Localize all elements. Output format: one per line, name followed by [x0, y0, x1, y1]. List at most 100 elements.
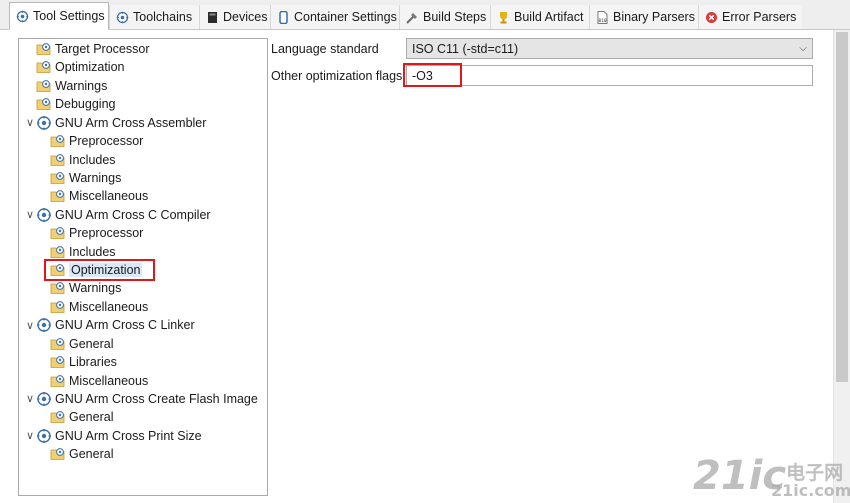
tab-tool-settings[interactable]: Tool Settings: [9, 2, 109, 30]
tab-build-artifact[interactable]: Build Artifact: [490, 5, 589, 29]
tree-item[interactable]: Miscellaneous: [50, 298, 148, 316]
tree-item[interactable]: General: [50, 408, 113, 426]
tab-bar: Tool Settings Toolchains Devices Contain…: [0, 0, 850, 30]
tree-item[interactable]: Warnings: [24, 77, 107, 95]
tree-item[interactable]: Warnings: [50, 169, 121, 187]
settings-panel: Language standard ISO C11 (-std=c11) ⌵ O…: [268, 30, 833, 500]
settings-folder-icon: [50, 225, 66, 241]
gear-tool-icon: [116, 11, 129, 24]
settings-folder-icon: [36, 41, 52, 57]
tab-label: Build Artifact: [514, 10, 584, 24]
tab-label: Toolchains: [133, 10, 193, 24]
chevron-down-icon[interactable]: ∨: [24, 208, 36, 221]
settings-folder-icon: [50, 354, 66, 370]
settings-folder-icon: [50, 373, 66, 389]
chevron-down-icon[interactable]: ∨: [24, 319, 36, 332]
gear-tool-icon: [36, 207, 52, 223]
tab-label: Binary Parsers: [613, 10, 695, 24]
gear-tool-icon: [36, 115, 52, 131]
gear-tool-icon: [36, 428, 52, 444]
chevron-down-icon[interactable]: ⌵: [794, 43, 812, 54]
settings-folder-icon: [50, 409, 66, 425]
tab-label: Build Steps: [423, 10, 487, 24]
settings-folder-icon: [36, 59, 52, 75]
settings-folder-icon: [50, 244, 66, 260]
settings-folder-icon: [50, 446, 66, 462]
tree-group-item[interactable]: ∨ GNU Arm Cross C Compiler: [24, 206, 211, 224]
tree-group-item[interactable]: ∨ GNU Arm Cross Create Flash Image: [24, 390, 258, 408]
settings-folder-icon: [50, 336, 66, 352]
tree-item-label: General: [69, 336, 114, 351]
tree-item[interactable]: Includes: [50, 243, 116, 261]
tree-item-label: Target Processor: [55, 42, 150, 56]
tree-item[interactable]: Preprocessor: [50, 132, 143, 150]
tree-item-label: Debugging: [55, 97, 116, 112]
tab-label: Devices: [223, 10, 268, 24]
tree-item[interactable]: Miscellaneous: [50, 372, 148, 390]
tree-item[interactable]: Target Processor: [24, 40, 149, 58]
other-optimization-flags-input[interactable]: -O3: [406, 65, 813, 86]
tree-item[interactable]: Optimization: [24, 58, 124, 76]
gear-tool-icon: [16, 10, 29, 23]
tab-build-steps[interactable]: Build Steps: [399, 5, 490, 29]
settings-folder-icon: [50, 299, 66, 315]
settings-folder-icon: [36, 96, 52, 112]
tab-toolchains[interactable]: Toolchains: [109, 5, 199, 29]
binary-icon: 010: [596, 10, 609, 24]
tree-item-label: General: [69, 447, 114, 462]
highlight-box: [403, 63, 462, 87]
tree-item[interactable]: Libraries: [50, 353, 117, 371]
settings-folder-icon: [50, 280, 66, 296]
tree-item[interactable]: Preprocessor: [50, 224, 143, 242]
tab-label: Tool Settings: [33, 9, 105, 23]
tree-item-label: General: [69, 410, 114, 425]
tree-item-label: Preprocessor: [69, 226, 144, 241]
gear-tool-icon: [36, 391, 52, 407]
tree-item-label: Miscellaneous: [69, 299, 149, 314]
chevron-down-icon[interactable]: ∨: [24, 392, 36, 405]
chevron-down-icon[interactable]: ∨: [24, 429, 36, 442]
tree-item-label: Miscellaneous: [69, 373, 149, 388]
tree-item[interactable]: General: [50, 445, 113, 463]
watermark-sub: 21ic.com: [771, 481, 850, 500]
tree-item[interactable]: Includes: [50, 151, 116, 169]
settings-tree[interactable]: Target Processor Optimization Warnings Debu…: [18, 38, 268, 496]
trophy-icon: [497, 11, 510, 24]
scrollbar-thumb[interactable]: [836, 32, 848, 382]
language-standard-label: Language standard: [271, 42, 379, 56]
settings-folder-icon: [50, 188, 66, 204]
tree-item-label: Optimization: [55, 60, 125, 75]
tree-item-label: GNU Arm Cross Print Size: [55, 428, 202, 443]
settings-folder-icon: [36, 78, 52, 94]
vertical-scrollbar[interactable]: [833, 30, 850, 503]
tab-label: Container Settings: [294, 10, 397, 24]
tab-devices[interactable]: Devices: [199, 5, 270, 29]
tree-item-label: Libraries: [69, 355, 117, 370]
tree-item-label: Warnings: [69, 170, 122, 185]
error-icon: [705, 11, 718, 24]
tab-binary-parsers[interactable]: 010 Binary Parsers: [589, 5, 698, 29]
tree-item[interactable]: Miscellaneous: [50, 187, 148, 205]
tree-item-label: GNU Arm Cross Assembler: [55, 115, 207, 130]
gear-tool-icon: [36, 317, 52, 333]
tree-item-label: Warnings: [69, 281, 122, 296]
tree-item[interactable]: General: [50, 335, 113, 353]
chevron-down-icon[interactable]: ∨: [24, 116, 36, 129]
tree-item[interactable]: Warnings: [50, 279, 121, 297]
tab-container-settings[interactable]: Container Settings: [270, 5, 399, 29]
other-optimization-flags-label: Other optimization flags: [271, 69, 403, 83]
device-chip-icon: [206, 11, 219, 24]
tree-item-label: GNU Arm Cross Create Flash Image: [55, 391, 258, 406]
watermark-logo: 21ic电子网 21ic.com: [693, 453, 850, 500]
settings-folder-icon: [50, 170, 66, 186]
tree-group-item[interactable]: ∨ GNU Arm Cross Print Size: [24, 427, 202, 445]
language-standard-select[interactable]: ISO C11 (-std=c11) ⌵: [406, 38, 813, 59]
build-steps-icon: [406, 11, 419, 24]
tree-group-item[interactable]: ∨ GNU Arm Cross C Linker: [24, 316, 195, 334]
container-icon: [277, 10, 290, 24]
tree-group-item[interactable]: ∨ GNU Arm Cross Assembler: [24, 114, 206, 132]
language-standard-value: ISO C11 (-std=c11): [412, 41, 519, 56]
tree-item-label: Includes: [69, 152, 116, 167]
tab-error-parsers[interactable]: Error Parsers: [698, 5, 802, 29]
tree-item[interactable]: Debugging: [24, 95, 115, 113]
